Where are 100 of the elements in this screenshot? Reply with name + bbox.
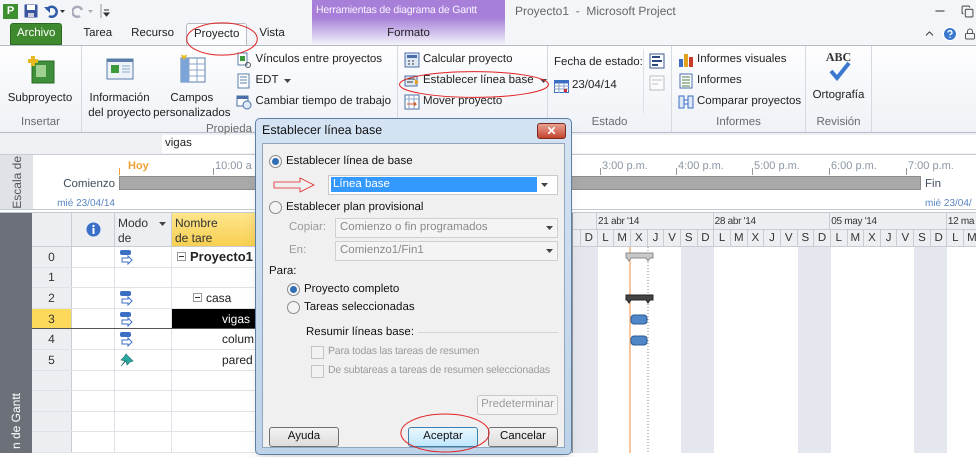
bar-chart-icon bbox=[678, 52, 694, 68]
status-date-button[interactable]: 23/04/14 bbox=[554, 77, 643, 94]
undo-icon[interactable] bbox=[44, 4, 66, 18]
ribbon-large-button[interactable]: ABC Ortografía bbox=[810, 49, 867, 114]
ribbon-button[interactable]: Mover proyecto bbox=[402, 91, 549, 112]
lock-icon[interactable] bbox=[964, 28, 976, 40]
day-header: X bbox=[864, 230, 881, 246]
day-header: M bbox=[964, 230, 976, 246]
timeline-tick-label: 4:00 p.m. bbox=[677, 159, 724, 174]
section-label: Resumir líneas base: bbox=[306, 324, 414, 340]
restore-icon[interactable] bbox=[961, 4, 974, 18]
ribbon-button[interactable]: Vínculos entre proyectos bbox=[234, 49, 393, 70]
radio-button[interactable] bbox=[287, 301, 300, 314]
ribbon-tab[interactable]: Tarea bbox=[76, 23, 120, 45]
customize-menu-icon[interactable] bbox=[100, 4, 110, 18]
row-header[interactable]: 2 bbox=[32, 288, 72, 308]
ribbon-large-button[interactable]: Campos personalizados bbox=[153, 49, 230, 121]
caret-icon bbox=[540, 78, 547, 82]
day-header: X bbox=[630, 230, 648, 246]
help-icon[interactable] bbox=[942, 26, 958, 42]
ribbon-button[interactable]: Informes visuales bbox=[676, 49, 804, 70]
auto-schedule-icon bbox=[119, 248, 135, 265]
window-title: Proyecto1 - Microsoft Project bbox=[515, 3, 676, 20]
dialog-button[interactable]: Ayuda bbox=[269, 427, 339, 447]
dialog-title: Establecer línea base bbox=[262, 122, 382, 140]
radio-button[interactable] bbox=[269, 201, 282, 214]
field-label: En: bbox=[289, 242, 308, 258]
row-header[interactable]: 3 bbox=[32, 308, 72, 328]
day-header: M bbox=[848, 230, 864, 246]
ribbon-large-button[interactable]: Subproyecto bbox=[4, 49, 76, 114]
row-header[interactable]: 1 bbox=[32, 268, 72, 288]
dropdown-arrow-icon bbox=[159, 222, 166, 226]
radio-button[interactable] bbox=[287, 283, 300, 296]
dialog-button[interactable]: Cancelar bbox=[488, 427, 558, 447]
ribbon-tab[interactable]: Formato bbox=[312, 23, 505, 45]
option-label[interactable]: Establecer plan provisional bbox=[286, 198, 424, 216]
side-label: n de Gantt bbox=[8, 392, 24, 449]
timeline-tick-label: 6:00 p.m. bbox=[830, 159, 877, 174]
option-label[interactable]: Establecer línea de base bbox=[286, 152, 413, 170]
info-icon bbox=[86, 222, 100, 237]
progress-icon[interactable] bbox=[648, 53, 665, 69]
file-tab[interactable]: Archivo bbox=[10, 23, 62, 45]
task-name: vigas bbox=[222, 310, 250, 328]
ribbon-tab[interactable]: Proyecto bbox=[186, 23, 248, 45]
ribbon-tab[interactable]: Vista bbox=[252, 23, 292, 45]
timeline-end-date: mié 23/04/ bbox=[925, 197, 972, 212]
auto-schedule-icon bbox=[119, 331, 135, 348]
ribbon-button[interactable]: EDT bbox=[234, 70, 393, 91]
ribbon-tab[interactable]: Recurso bbox=[124, 23, 181, 45]
day-header: L bbox=[714, 230, 731, 246]
day-header: L bbox=[598, 230, 614, 246]
day-header: M bbox=[730, 230, 748, 246]
calendar-icon bbox=[554, 78, 569, 93]
close-button[interactable] bbox=[537, 122, 566, 139]
day-header: S bbox=[798, 230, 814, 246]
group-label: Revisión bbox=[816, 115, 861, 130]
week-header: 21 abr '14 bbox=[597, 213, 714, 229]
day-header: J bbox=[880, 230, 898, 246]
task-name: pared bbox=[222, 352, 253, 369]
calculator-icon bbox=[404, 52, 420, 68]
day-header: S bbox=[914, 230, 931, 246]
row-header[interactable]: 4 bbox=[32, 329, 72, 349]
timeline-tick-label: 5:00 p.m. bbox=[753, 159, 800, 174]
ribbon-button[interactable]: Informes bbox=[676, 70, 804, 91]
radio-button[interactable] bbox=[269, 155, 282, 168]
week-header: 28 abr '14 bbox=[714, 213, 830, 229]
day-header: X bbox=[748, 230, 764, 246]
day-header: M bbox=[614, 230, 631, 246]
compare-icon bbox=[678, 94, 694, 110]
save-icon[interactable] bbox=[24, 4, 38, 18]
option-label[interactable]: Tareas seleccionadas bbox=[304, 299, 415, 316]
group-label: Estado bbox=[592, 115, 628, 130]
option-label[interactable]: Proyecto completo bbox=[304, 281, 400, 298]
row-header[interactable]: 0 bbox=[32, 247, 72, 267]
ribbon-button[interactable]: Cambiar tiempo de trabajo bbox=[234, 91, 393, 112]
ribbon-button[interactable]: Calcular proyecto bbox=[402, 49, 549, 70]
week-header: 12 ma bbox=[946, 213, 976, 229]
link-document-icon bbox=[236, 52, 252, 68]
collapse-icon[interactable] bbox=[193, 293, 202, 302]
timeline-end-label: Fin bbox=[925, 177, 941, 192]
timeline-tick-label: 10:00 a bbox=[214, 159, 252, 174]
day-header: D bbox=[930, 230, 948, 246]
row-header[interactable]: 5 bbox=[32, 350, 72, 370]
group-label: Propieda bbox=[206, 122, 252, 137]
dialog-button[interactable]: Aceptar bbox=[408, 427, 478, 447]
status-date-label: Fecha de estado: bbox=[554, 55, 643, 70]
group-label: Insertar bbox=[21, 115, 60, 130]
timeline-start-date: mié 23/04/14 bbox=[57, 197, 115, 212]
calendar-clock-icon bbox=[236, 94, 252, 110]
side-label: Escala de bbox=[8, 156, 24, 208]
day-header: V bbox=[780, 230, 798, 246]
day-header: J bbox=[648, 230, 664, 246]
auto-schedule-icon bbox=[119, 310, 135, 327]
ribbon-large-button[interactable]: Información del proyecto bbox=[86, 49, 154, 121]
annotation-arrow bbox=[273, 176, 315, 192]
collapse-icon[interactable] bbox=[177, 252, 186, 262]
task-name: colum bbox=[222, 331, 254, 348]
day-header: L bbox=[947, 230, 964, 246]
timeline-start-label: Comienzo bbox=[63, 177, 115, 192]
ribbon-button[interactable]: Comparar proyectos bbox=[676, 91, 804, 112]
